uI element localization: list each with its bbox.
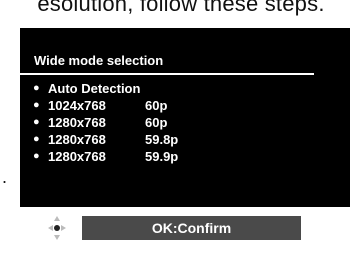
manual-caption-text: esolution, follow these steps. (37, 0, 325, 16)
ok-confirm-button[interactable]: OK:Confirm (82, 216, 301, 240)
option-resolution: 1280x768 (48, 149, 106, 164)
menu-title: Wide mode selection (34, 53, 164, 68)
option-resolution: 1280x768 (48, 132, 106, 147)
bullet-icon: ● (33, 82, 40, 94)
bullet-icon: ● (33, 99, 40, 111)
option-rate: 59.9p (145, 149, 179, 164)
bullet-icon: ● (33, 133, 40, 145)
bullet-icon: ● (33, 116, 40, 128)
option-resolution: 1024x768 (48, 98, 106, 113)
option-rate: 60p (145, 115, 168, 130)
step-marker: . (2, 167, 8, 187)
option-rate: 59.8p (145, 132, 179, 147)
title-divider (14, 73, 314, 75)
four-way-navigation-icon (46, 214, 68, 242)
bullet-icon: ● (33, 150, 40, 162)
option-resolution: 1280x768 (48, 115, 106, 130)
osd-footer: OK:Confirm (20, 207, 350, 249)
option-resolution: Auto Detection (48, 81, 141, 96)
option-rate: 60p (145, 98, 168, 113)
